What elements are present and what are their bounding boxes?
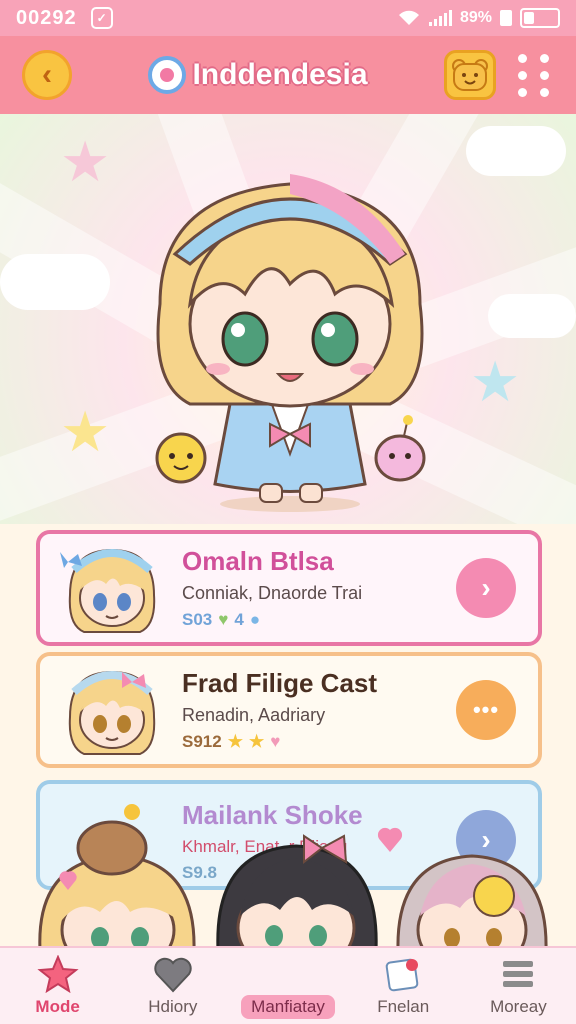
- character-stats: S03 ♥ 4 ●: [182, 610, 456, 630]
- star-decoration: ★: [470, 350, 521, 413]
- wifi-icon: [398, 10, 419, 25]
- ellipsis-icon: •••: [472, 697, 500, 722]
- star-icon: ★: [248, 732, 265, 751]
- bunny-icon: ♥: [270, 732, 281, 751]
- app-header: ‹ Inddendesia: [0, 36, 576, 114]
- star-icon: ★: [227, 732, 243, 751]
- nav-label: Manfiatay: [241, 995, 335, 1019]
- nav-label: Fnelan: [377, 997, 430, 1016]
- status-bar: 00292 ✓ 89%: [0, 0, 576, 36]
- status-right: 89%: [397, 8, 560, 28]
- nav-item-mode[interactable]: Mode: [0, 948, 115, 1024]
- character-avatar: [60, 548, 156, 633]
- yellow-mascot-illustration: [155, 432, 207, 484]
- character-stats: S9.8: [182, 863, 456, 883]
- title-wrap: Inddendesia: [72, 56, 444, 94]
- bottom-nav: Mode Hdiory Manfiatay Fnelan Moreay: [0, 946, 576, 1024]
- pink-mascot-illustration: [374, 415, 426, 482]
- heart-icon: [154, 957, 192, 993]
- chevron-right-icon: ›: [481, 824, 491, 855]
- character-name: Frad Filige Cast: [182, 668, 378, 698]
- nav-item-manfiatay[interactable]: Manfiatay: [230, 948, 345, 1024]
- character-name: Omaln Btlsa: [182, 546, 334, 576]
- cloud-decoration: [488, 294, 576, 338]
- profile-button[interactable]: [444, 50, 496, 100]
- nav-label: Mode: [35, 997, 80, 1016]
- battery-icon: [520, 8, 560, 28]
- cards-icon: [385, 958, 419, 992]
- character-subtitle: Khmalr, Enat..r Dliagg: [182, 837, 348, 856]
- chevron-left-icon: ‹: [42, 58, 52, 91]
- more-options-button[interactable]: •••: [456, 680, 516, 740]
- card-text: Mailank Shoke Khmalr, Enat..r Dliagg S9.…: [182, 800, 456, 883]
- status-time: 00292: [16, 6, 77, 29]
- notification-icon: ✓: [90, 7, 113, 29]
- stat-value: S912: [182, 732, 222, 751]
- card-text: Omaln Btlsa Conniak, Dnaorde Trai S03 ♥ …: [182, 546, 456, 630]
- app-logo-icon: [148, 56, 187, 94]
- stat-value: S03: [182, 610, 213, 629]
- star-decoration: ★: [60, 400, 111, 463]
- app-title: Inddendesia: [192, 58, 368, 91]
- nav-item-moreay[interactable]: Moreay: [461, 948, 576, 1024]
- cloud-decoration: [0, 254, 110, 310]
- bear-icon: [452, 59, 488, 91]
- hero-banner: ★ ★ ★: [0, 114, 576, 524]
- character-card[interactable]: Omaln Btlsa Conniak, Dnaorde Trai S03 ♥ …: [36, 530, 542, 646]
- open-character-button[interactable]: ›: [456, 810, 516, 870]
- star-icon: [36, 955, 79, 993]
- character-name: Mailank Shoke: [182, 800, 363, 830]
- character-avatar: [68, 670, 156, 755]
- character-subtitle: Renadin, Aadriary: [182, 705, 326, 725]
- more-menu-button[interactable]: [514, 50, 554, 100]
- nav-item-fnelan[interactable]: Fnelan: [346, 948, 461, 1024]
- stack-icon: [503, 961, 534, 987]
- nav-item-history[interactable]: Hdiory: [115, 948, 230, 1024]
- nav-label: Moreay: [490, 997, 547, 1016]
- chevron-right-icon: ›: [481, 572, 491, 603]
- card-text: Frad Filige Cast Renadin, Aadriary S912 …: [182, 668, 456, 752]
- stat-value: S9.8: [182, 863, 217, 882]
- star-decoration: ★: [60, 130, 111, 193]
- nav-label: Hdiory: [148, 997, 198, 1016]
- character-icon: [267, 953, 309, 991]
- sim-icon: [500, 10, 512, 26]
- open-character-button[interactable]: ›: [456, 558, 516, 618]
- character-card[interactable]: Frad Filige Cast Renadin, Aadriary S912 …: [36, 652, 542, 768]
- character-stats: S912 ★ ★ ♥: [182, 732, 456, 752]
- signal-icon: [428, 10, 452, 26]
- character-subtitle: Conniak, Dnaorde Trai: [182, 583, 363, 603]
- cloud-decoration: [466, 126, 566, 176]
- battery-percent: 89%: [459, 9, 492, 26]
- character-card[interactable]: Mailank Shoke Khmalr, Enat..r Dliagg S9.…: [36, 780, 542, 890]
- leaf-icon: ♥: [218, 610, 229, 629]
- drop-icon: ●: [249, 610, 261, 629]
- stat-value-secondary: 4: [234, 610, 244, 629]
- back-button[interactable]: ‹: [22, 50, 72, 100]
